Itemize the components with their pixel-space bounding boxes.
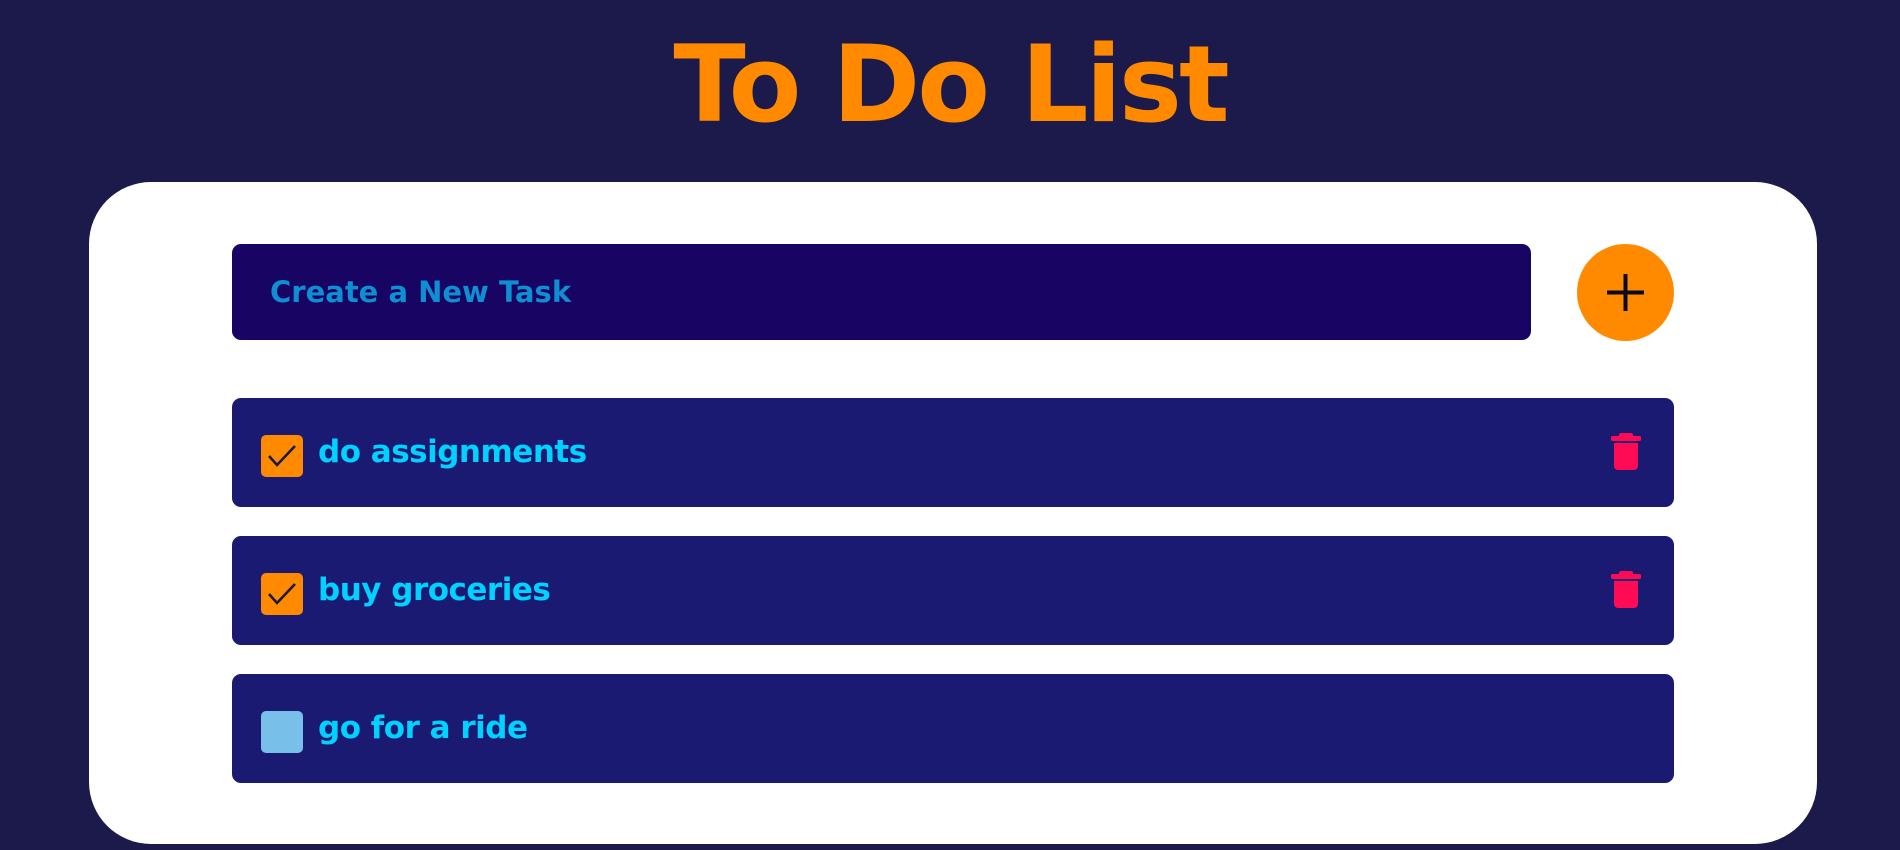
plus-icon — [1607, 274, 1644, 311]
task-checkbox[interactable] — [261, 573, 303, 615]
task-label: go for a ride — [318, 710, 528, 746]
task-checkbox[interactable] — [261, 435, 303, 477]
trash-icon[interactable] — [1609, 571, 1643, 609]
checkmark-icon — [268, 445, 296, 467]
task-item: do assignments — [232, 398, 1674, 507]
add-task-button[interactable] — [1577, 244, 1674, 341]
task-item: go for a ride — [232, 674, 1674, 783]
page-title: To Do List — [673, 23, 1229, 146]
task-checkbox[interactable] — [261, 711, 303, 753]
task-label: buy groceries — [318, 572, 551, 608]
new-task-input[interactable] — [232, 244, 1531, 340]
task-item: buy groceries — [232, 536, 1674, 645]
trash-icon[interactable] — [1609, 433, 1643, 471]
checkmark-icon — [268, 583, 296, 605]
todo-card: do assignments buy groceries go for a ri… — [89, 182, 1817, 844]
task-label: do assignments — [318, 434, 587, 470]
